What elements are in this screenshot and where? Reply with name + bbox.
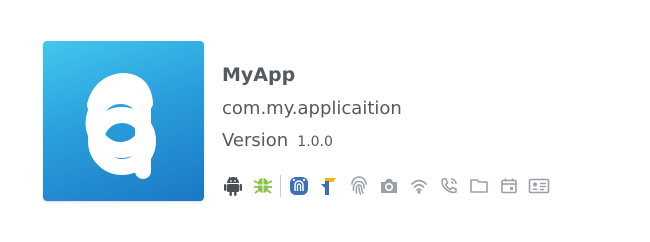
- app-name: MyApp: [222, 64, 296, 86]
- android-bug-icon: [252, 174, 274, 198]
- app-card: MyApp com.my.applicaition Version 1.0.0: [0, 0, 650, 242]
- version-label: Version: [222, 130, 289, 151]
- camera-icon: [378, 174, 400, 198]
- app-logo-letter-icon: [85, 72, 156, 179]
- wifi-icon: [408, 174, 430, 198]
- contact-card-icon: [528, 174, 550, 198]
- flag-logo-icon: [318, 174, 340, 198]
- feature-icons-row: [222, 172, 550, 200]
- fingerprint-app-icon: [288, 174, 310, 198]
- package-id: com.my.applicaition: [222, 98, 402, 119]
- version-row: Version 1.0.0: [222, 130, 333, 151]
- android-robot-icon: [222, 174, 244, 198]
- app-logo: [43, 41, 204, 201]
- version-number: 1.0.0: [297, 134, 333, 150]
- phone-icon: [438, 174, 460, 198]
- icon-separator: [280, 175, 281, 197]
- fingerprint-icon: [348, 174, 370, 198]
- calendar-icon: [498, 174, 520, 198]
- folder-icon: [468, 174, 490, 198]
